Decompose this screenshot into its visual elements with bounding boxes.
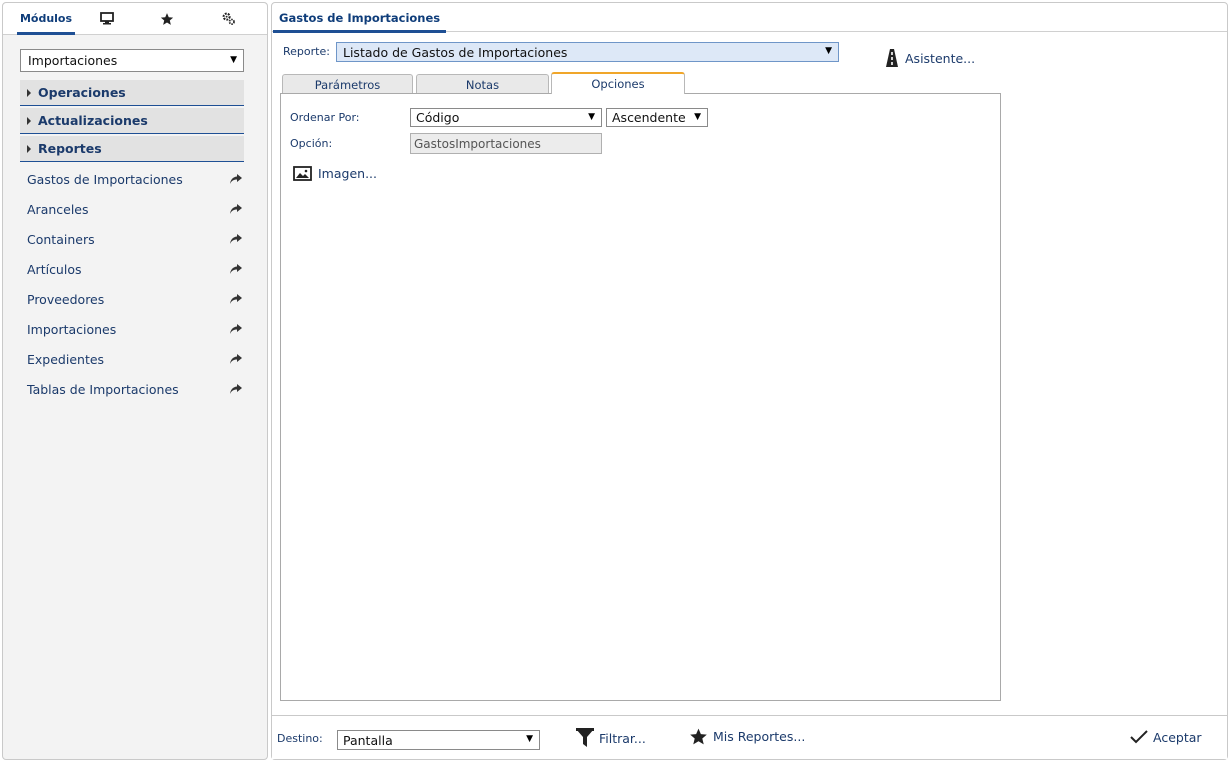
module-select-value: Importaciones bbox=[28, 53, 118, 68]
section-actualizaciones[interactable]: Actualizaciones bbox=[20, 108, 244, 134]
nav-item-gastos-importaciones[interactable]: Gastos de Importaciones bbox=[27, 169, 243, 189]
dropdown-arrow-icon: ▼ bbox=[825, 46, 832, 56]
sort-direction-value: Ascendente bbox=[612, 110, 686, 125]
order-by-label: Ordenar Por: bbox=[290, 111, 360, 124]
nav-item-importaciones[interactable]: Importaciones bbox=[27, 319, 243, 339]
nav-item-expedientes[interactable]: Expedientes bbox=[27, 349, 243, 369]
destination-select[interactable]: Pantalla ▼ bbox=[337, 730, 540, 750]
my-reports-label: Mis Reportes... bbox=[713, 729, 806, 744]
sort-direction-select[interactable]: Ascendente ▼ bbox=[606, 108, 708, 127]
tab-label: Notas bbox=[465, 77, 500, 92]
tab-parametros[interactable]: Parámetros bbox=[282, 74, 413, 94]
image-button[interactable]: Imagen... bbox=[293, 166, 377, 181]
report-select[interactable]: Listado de Gastos de Importaciones ▼ bbox=[336, 42, 839, 62]
nav-item-label: Importaciones bbox=[27, 321, 117, 337]
nav-item-label: Aranceles bbox=[27, 201, 89, 217]
tab-desktop[interactable] bbox=[95, 3, 119, 34]
star-icon bbox=[690, 728, 707, 745]
tab-modules[interactable]: Módulos bbox=[17, 3, 75, 35]
expand-triangle-icon bbox=[27, 116, 31, 125]
share-arrow-icon bbox=[230, 234, 242, 244]
nav-item-label: Expedientes bbox=[27, 351, 105, 367]
expand-triangle-icon bbox=[27, 88, 31, 97]
filter-button[interactable]: Filtrar... bbox=[576, 728, 646, 748]
page-title-tab[interactable]: Gastos de Importaciones bbox=[273, 3, 447, 33]
nav-item-aranceles[interactable]: Aranceles bbox=[27, 199, 243, 219]
report-footer: Destino: Pantalla ▼ Filtrar... Mis Repor… bbox=[272, 715, 1227, 759]
report-panel: Gastos de Importaciones Reporte: Listado… bbox=[271, 2, 1228, 760]
option-field: GastosImportaciones bbox=[410, 133, 602, 154]
tab-modules-label: Módulos bbox=[19, 12, 73, 25]
monitor-icon bbox=[100, 12, 114, 25]
tab-label: Opciones bbox=[591, 77, 645, 91]
share-arrow-icon bbox=[230, 264, 242, 274]
share-arrow-icon bbox=[230, 384, 242, 394]
nav-item-label: Containers bbox=[27, 231, 95, 247]
order-by-value: Código bbox=[416, 110, 460, 125]
destination-value: Pantalla bbox=[343, 732, 393, 748]
section-label: Reportes bbox=[38, 141, 102, 156]
options-tab-panel: Ordenar Por: Código ▼ Ascendente ▼ Opció… bbox=[280, 93, 1001, 701]
dropdown-arrow-icon: ▼ bbox=[230, 55, 237, 65]
share-arrow-icon bbox=[230, 294, 242, 304]
modules-panel: Módulos Importaciones ▼ Operaciones Actu… bbox=[2, 2, 268, 760]
filter-label: Filtrar... bbox=[599, 730, 646, 746]
nav-item-label: Proveedores bbox=[27, 291, 105, 307]
option-value: GastosImportaciones bbox=[414, 136, 541, 151]
image-label: Imagen... bbox=[318, 166, 377, 181]
nav-item-containers[interactable]: Containers bbox=[27, 229, 243, 249]
option-label: Opción: bbox=[290, 137, 333, 150]
expand-triangle-icon bbox=[27, 144, 31, 153]
left-tab-bar: Módulos bbox=[3, 3, 267, 35]
my-reports-button[interactable]: Mis Reportes... bbox=[689, 727, 805, 746]
tab-opciones[interactable]: Opciones bbox=[551, 72, 685, 94]
page-title: Gastos de Importaciones bbox=[279, 10, 441, 25]
section-operaciones[interactable]: Operaciones bbox=[20, 80, 244, 106]
share-arrow-icon bbox=[230, 174, 242, 184]
section-label: Actualizaciones bbox=[38, 113, 148, 128]
accept-label: Aceptar bbox=[1153, 729, 1202, 745]
wizard-label: Asistente... bbox=[905, 50, 976, 66]
section-reportes[interactable]: Reportes bbox=[20, 136, 244, 162]
image-icon bbox=[293, 166, 312, 181]
nav-item-label: Artículos bbox=[27, 261, 82, 277]
tab-favorites[interactable] bbox=[155, 3, 179, 34]
nav-item-label: Tablas de Importaciones bbox=[27, 381, 179, 397]
nav-item-tablas-importaciones[interactable]: Tablas de Importaciones bbox=[27, 379, 243, 399]
section-label: Operaciones bbox=[38, 85, 126, 100]
nav-item-proveedores[interactable]: Proveedores bbox=[27, 289, 243, 309]
star-icon bbox=[160, 12, 174, 25]
tab-settings[interactable] bbox=[216, 3, 240, 34]
report-label: Reporte: bbox=[283, 45, 330, 58]
funnel-icon bbox=[576, 728, 594, 747]
gears-icon bbox=[222, 12, 235, 25]
report-header: Gastos de Importaciones bbox=[272, 3, 1227, 33]
tab-label: Parámetros bbox=[314, 77, 381, 92]
nav-item-articulos[interactable]: Artículos bbox=[27, 259, 243, 279]
road-sign-icon bbox=[886, 49, 898, 67]
report-select-value: Listado de Gastos de Importaciones bbox=[343, 44, 568, 60]
wizard-button[interactable]: Asistente... bbox=[886, 49, 975, 67]
nav-item-label: Gastos de Importaciones bbox=[27, 171, 183, 187]
share-arrow-icon bbox=[230, 324, 242, 334]
destination-label: Destino: bbox=[277, 732, 323, 745]
order-by-select[interactable]: Código ▼ bbox=[410, 108, 602, 127]
dropdown-arrow-icon: ▼ bbox=[588, 112, 595, 122]
dropdown-arrow-icon: ▼ bbox=[694, 112, 701, 122]
accept-button[interactable]: Aceptar bbox=[1130, 729, 1202, 745]
dropdown-arrow-icon: ▼ bbox=[526, 734, 533, 744]
tab-notas[interactable]: Notas bbox=[416, 74, 549, 94]
module-select[interactable]: Importaciones ▼ bbox=[20, 49, 244, 72]
share-arrow-icon bbox=[230, 204, 242, 214]
checkmark-icon bbox=[1130, 730, 1148, 744]
share-arrow-icon bbox=[230, 354, 242, 364]
